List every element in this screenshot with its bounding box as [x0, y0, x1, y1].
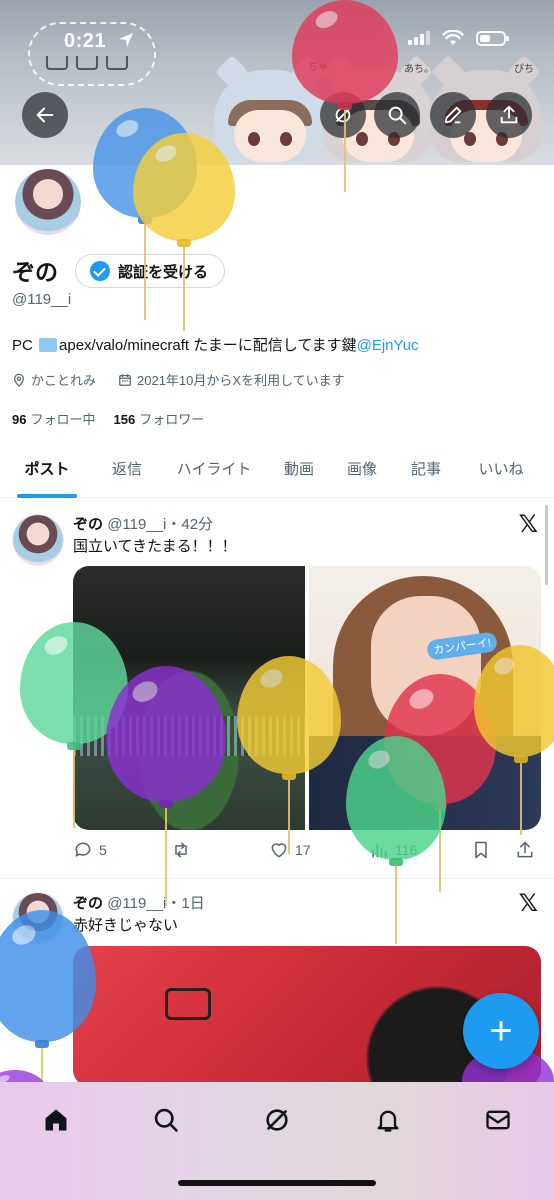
- search-icon: [154, 1108, 178, 1132]
- tab-images[interactable]: 画像: [330, 440, 394, 497]
- search-button[interactable]: [374, 92, 420, 138]
- arrow-left-icon: [36, 107, 54, 123]
- post-text: 赤好きじゃない: [73, 917, 179, 934]
- reply-count: 5: [99, 842, 107, 858]
- profile-handle: @119__i: [12, 291, 72, 308]
- bell-icon: [377, 1110, 399, 1132]
- post-image-selfie[interactable]: カンパーイ!: [309, 566, 541, 830]
- post-image-stadium[interactable]: [73, 566, 305, 830]
- grok-icon: [266, 1109, 288, 1131]
- bio-mention-link[interactable]: @EjnYuc: [357, 337, 419, 354]
- banner-note: あち。: [404, 64, 434, 75]
- home-icon: [45, 1109, 67, 1131]
- profile-name: ぞの: [12, 259, 58, 285]
- nav-notifications[interactable]: [370, 1102, 406, 1138]
- x-logo-icon: 𝕏: [518, 510, 538, 538]
- like-count: 17: [295, 842, 311, 858]
- location-pin-icon: [14, 373, 24, 387]
- post-media[interactable]: カンパーイ!: [73, 566, 541, 830]
- pencil-icon: [444, 106, 462, 124]
- post-share-button[interactable]: [515, 840, 541, 860]
- cellular-signal-icon: [408, 31, 430, 45]
- views-chart-icon: [372, 844, 387, 858]
- status-icons: [408, 30, 509, 46]
- share-icon: [517, 841, 533, 858]
- scrollbar[interactable]: [545, 505, 548, 585]
- computer-icon: [39, 338, 58, 352]
- profile-bio: PC apex/valo/minecraft たまーに配信してます鍵@EjnYu…: [12, 336, 419, 356]
- like-button[interactable]: 17: [269, 840, 369, 860]
- post-author-name: ぞの: [73, 516, 104, 533]
- battery-icon: [476, 30, 509, 46]
- heart-icon: [271, 843, 287, 858]
- compose-plus-icon: +: [489, 1008, 513, 1053]
- post-time: ・42分: [166, 516, 214, 533]
- reply-button[interactable]: 5: [73, 840, 171, 860]
- tab-videos[interactable]: 動画: [268, 440, 330, 497]
- banner-note: ぴち: [514, 64, 534, 75]
- share-button[interactable]: [486, 92, 532, 138]
- followers-link[interactable]: 156 フォロワー: [113, 409, 204, 428]
- tab-posts[interactable]: ポスト: [0, 440, 94, 497]
- repost-button[interactable]: [171, 840, 269, 860]
- post-time: ・1日: [166, 895, 205, 912]
- grok-icon: [335, 107, 351, 123]
- banner-doodle: [46, 56, 68, 70]
- get-verified-label: 認証を受ける: [118, 263, 209, 281]
- banner-doodle: [106, 56, 128, 70]
- follow-stats: 96 フォロー中 156 フォロワー: [12, 409, 204, 428]
- tab-replies[interactable]: 返信: [94, 440, 160, 497]
- verified-check-icon: [90, 261, 110, 281]
- grok-button[interactable]: [320, 92, 366, 138]
- views-count: 116: [395, 842, 418, 858]
- profile-meta: かことれみ 2021年10月からXを利用しています: [12, 370, 345, 389]
- tab-highlights[interactable]: ハイライト: [160, 440, 268, 497]
- profile-banner: ちゃ あち。 ぴち: [0, 0, 554, 165]
- share-icon: [500, 105, 518, 124]
- post-author-handle: @119__i: [107, 516, 167, 533]
- tab-articles[interactable]: 記事: [394, 440, 458, 497]
- post-actions: 5 17 116: [73, 840, 541, 860]
- nav-home[interactable]: [38, 1102, 74, 1138]
- bookmark-button[interactable]: [471, 840, 515, 860]
- post-author-handle: @119__i: [107, 895, 167, 912]
- bio-prefix: PC: [12, 337, 33, 354]
- location-arrow-icon: [119, 33, 133, 47]
- mail-icon: [486, 1110, 510, 1130]
- banner-doodle: [76, 56, 98, 70]
- calendar-icon: [119, 373, 131, 386]
- wifi-icon: [442, 30, 464, 45]
- post-text: 国立いてきたまる！！！: [73, 538, 237, 555]
- x-logo-icon: 𝕏: [518, 889, 538, 917]
- nav-grok[interactable]: [259, 1102, 295, 1138]
- banner-character: [214, 55, 326, 165]
- nav-messages[interactable]: [480, 1102, 516, 1138]
- post-avatar[interactable]: [12, 514, 64, 566]
- edit-button[interactable]: [430, 92, 476, 138]
- profile-location: かことれみ: [31, 373, 97, 388]
- views-button[interactable]: 116: [369, 840, 471, 860]
- profile-avatar[interactable]: [12, 166, 84, 238]
- get-verified-button[interactable]: 認証を受ける: [75, 254, 226, 288]
- compose-post-button[interactable]: +: [463, 993, 539, 1069]
- post-avatar[interactable]: [12, 892, 64, 944]
- post-header: ぞの @119__i・42分: [73, 513, 213, 534]
- post-header: ぞの @119__i・1日: [73, 892, 205, 913]
- nav-explore[interactable]: [148, 1102, 184, 1138]
- profile-tabs: ポスト 返信 ハイライト 動画 画像 記事 いいね: [0, 440, 554, 498]
- bookmark-icon: [475, 841, 487, 859]
- post-divider: [0, 878, 554, 879]
- status-time: 0:21: [64, 30, 107, 52]
- reply-icon: [75, 842, 91, 857]
- repost-icon: [175, 842, 187, 858]
- bio-body: apex/valo/minecraft たまーに配信してます鍵: [59, 337, 357, 354]
- post-author-name: ぞの: [73, 895, 104, 912]
- tab-likes[interactable]: いいね: [458, 440, 544, 497]
- following-link[interactable]: 96 フォロー中: [12, 409, 95, 428]
- banner-note: ちゃ: [308, 62, 328, 73]
- back-button[interactable]: [22, 92, 68, 138]
- search-icon: [388, 106, 407, 125]
- home-indicator: [178, 1180, 376, 1186]
- profile-joined: 2021年10月からXを利用しています: [137, 373, 345, 388]
